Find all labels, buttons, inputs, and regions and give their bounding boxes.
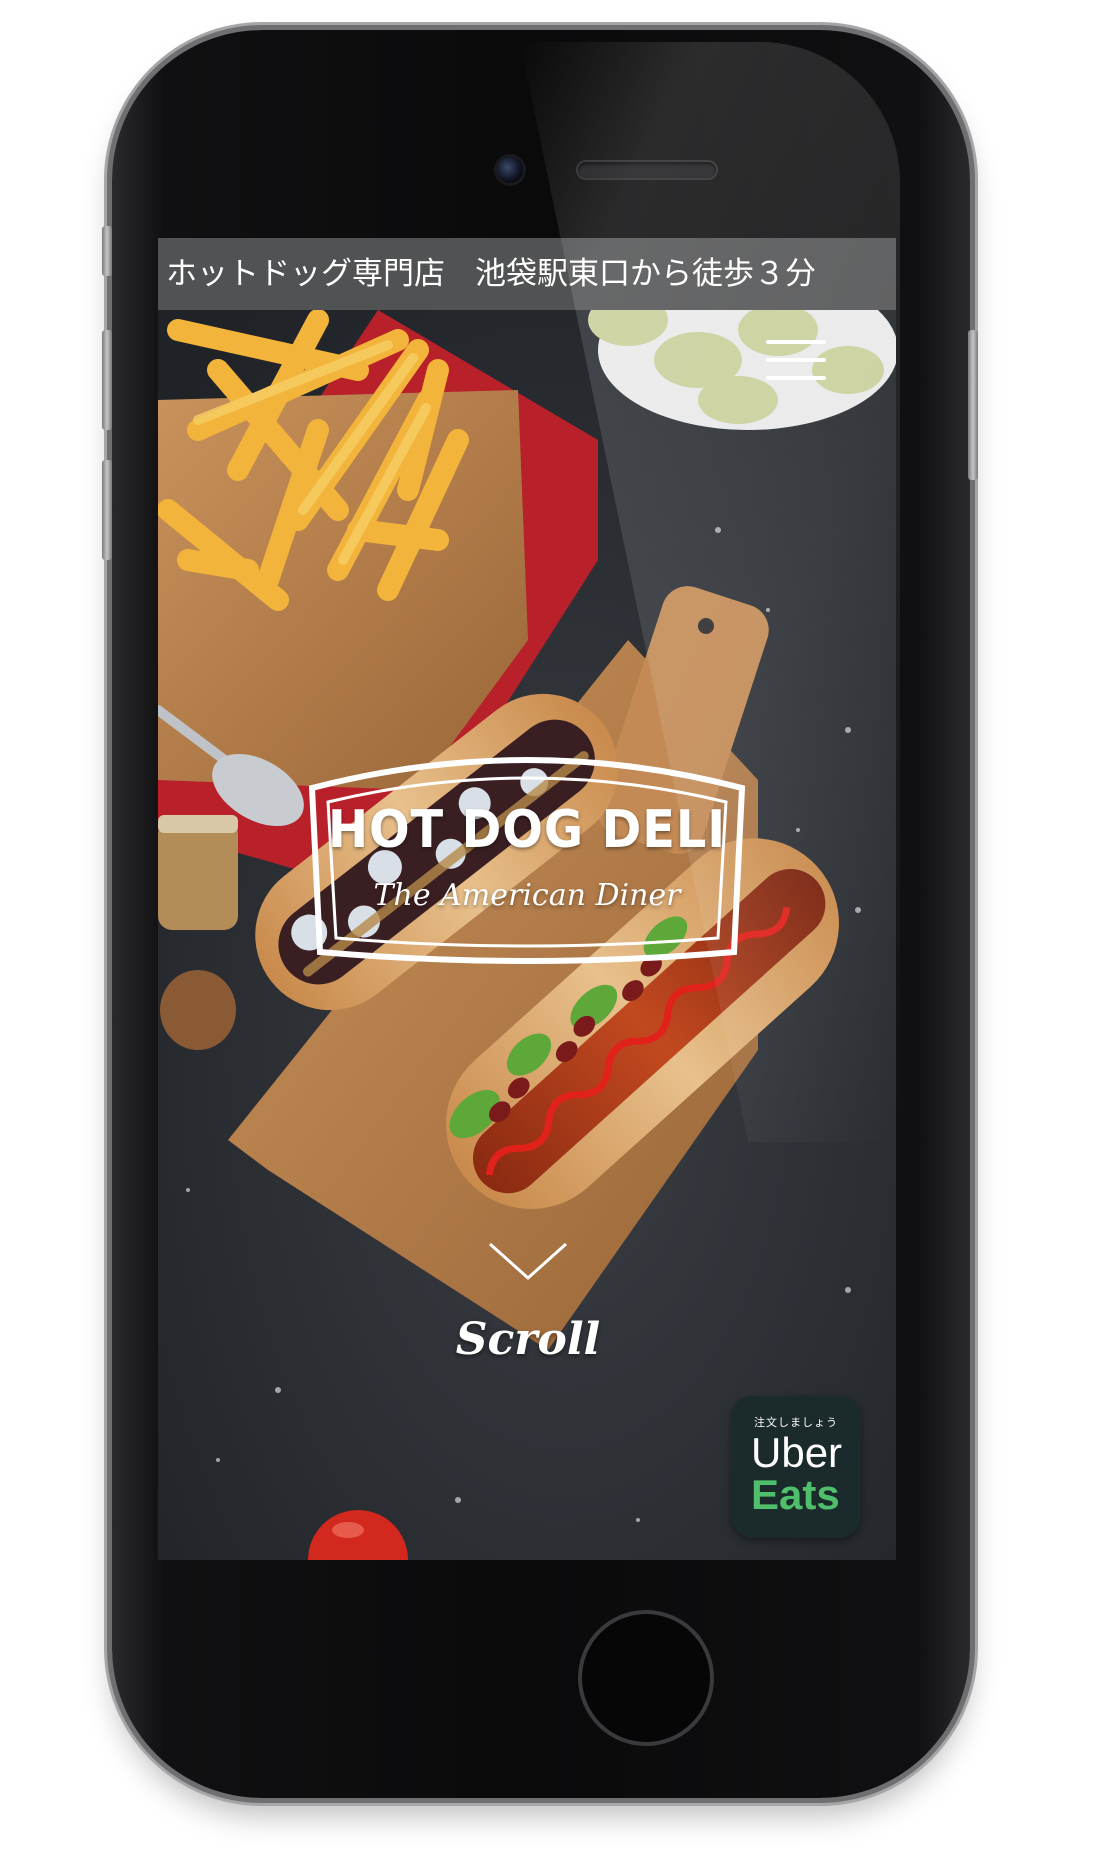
hamburger-menu-icon[interactable] <box>762 334 830 388</box>
logo-title: HOT DOG DELI <box>327 800 727 860</box>
front-camera <box>497 157 523 183</box>
chevron-down-icon <box>488 1242 568 1281</box>
mute-switch <box>102 226 112 276</box>
home-button[interactable] <box>578 1610 714 1746</box>
header-bar: ホットドッグ専門店 池袋駅東口から徒歩３分 <box>158 238 896 310</box>
power-button <box>968 330 978 480</box>
scroll-indicator[interactable]: Scroll <box>428 1226 628 1376</box>
logo-subtitle: The American Diner <box>373 878 681 913</box>
uber-eats-word-uber: Uber <box>751 1429 843 1476</box>
uber-eats-order-button[interactable]: 注文しましょう Uber Eats <box>731 1396 861 1538</box>
earpiece-speaker <box>578 162 716 178</box>
shop-category-text: ホットドッグ専門店 <box>166 256 445 292</box>
uber-eats-tagline: 注文しましょう <box>754 1416 838 1429</box>
phone-screen: ホットドッグ専門店 池袋駅東口から徒歩３分 HOT DOG DELI The Am… <box>158 238 896 1560</box>
volume-down-button <box>102 460 112 560</box>
access-info-text: 池袋駅東口から徒歩３分 <box>475 256 816 292</box>
site-logo: HOT DOG DELI The American Diner <box>298 738 756 974</box>
volume-up-button <box>102 330 112 430</box>
uber-eats-word-eats: Eats <box>751 1471 840 1518</box>
scroll-label: Scroll <box>455 1314 601 1365</box>
